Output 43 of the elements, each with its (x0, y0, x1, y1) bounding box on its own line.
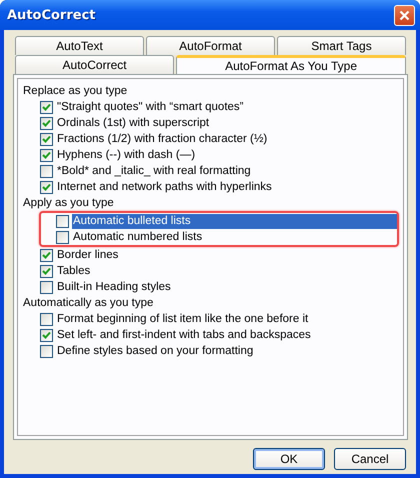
option-label[interactable]: Automatic bulleted lists (72, 214, 397, 228)
section-heading: Apply as you type (23, 196, 114, 211)
option-label[interactable]: Format beginning of list item like the one before it (56, 312, 310, 326)
section-heading: Replace as you type (23, 84, 128, 99)
checkmark-icon (42, 330, 51, 340)
dialog-button[interactable]: Cancel (334, 448, 406, 470)
tab[interactable]: AutoFormat As You Type (176, 55, 406, 74)
option-label[interactable]: Define styles based on your formatting (56, 344, 254, 358)
checkbox[interactable] (40, 132, 53, 146)
option-label[interactable]: Hyphens (--) with dash (—) (56, 148, 196, 162)
tab[interactable]: AutoCorrect (15, 55, 174, 74)
checkbox[interactable] (56, 214, 69, 228)
checkbox[interactable] (40, 100, 53, 114)
checkbox[interactable] (40, 280, 53, 294)
section-heading: Automatically as you type (23, 296, 154, 311)
checkbox[interactable] (40, 164, 53, 178)
checkbox[interactable] (40, 312, 53, 326)
option-label[interactable]: Fractions (1/2) with fraction character (½) (56, 132, 268, 146)
tab[interactable]: Smart Tags (277, 36, 406, 55)
checkbox[interactable] (40, 180, 53, 194)
option-label[interactable]: Set left- and first-indent with tabs and backspaces (56, 328, 312, 342)
window-title: AutoCorrect (7, 8, 96, 22)
option-label[interactable]: Built-in Heading styles (56, 280, 172, 294)
checkbox[interactable] (40, 264, 53, 278)
option-label[interactable]: Border lines (56, 248, 120, 262)
checkbox[interactable] (40, 248, 53, 262)
close-button[interactable] (394, 4, 415, 26)
tab[interactable]: AutoFormat (146, 36, 275, 55)
tab[interactable]: AutoText (15, 36, 144, 55)
close-icon (399, 10, 410, 20)
dialog-button[interactable]: OK (253, 448, 325, 470)
checkbox[interactable] (40, 116, 53, 130)
option-label[interactable]: *Bold* and _italic_ with real formatting (56, 164, 252, 178)
option-label[interactable]: Automatic numbered lists (72, 230, 204, 244)
checkmark-icon (42, 182, 51, 192)
option-label[interactable]: Internet and network paths with hyperlinks (56, 180, 273, 194)
option-label[interactable]: Tables (56, 264, 92, 278)
checkbox[interactable] (40, 344, 53, 358)
checkbox[interactable] (56, 230, 69, 244)
option-label[interactable]: Ordinals (1st) with superscript (56, 116, 210, 130)
option-label[interactable]: "Straight quotes" with “smart quotes” (56, 100, 244, 114)
checkbox[interactable] (40, 148, 53, 162)
checkbox[interactable] (40, 328, 53, 342)
